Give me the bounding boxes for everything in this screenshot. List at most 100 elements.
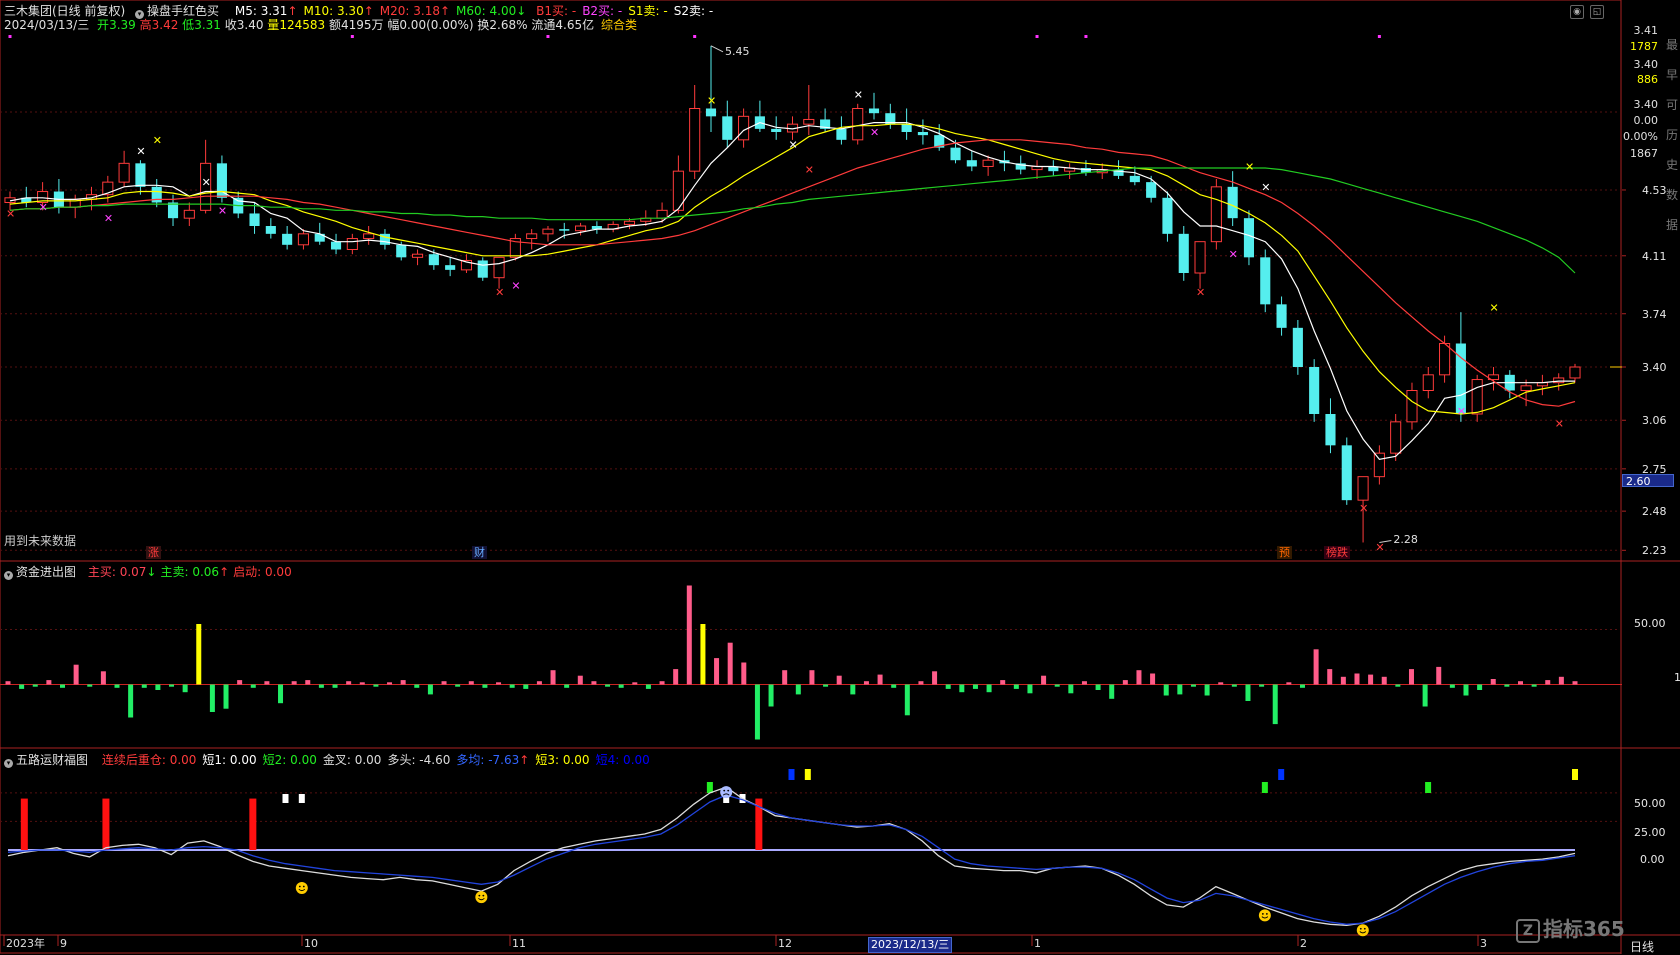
signal-cross: ✕ <box>1196 286 1205 299</box>
candle-body-up <box>1406 390 1418 423</box>
fund-bar <box>645 684 651 689</box>
wulu-legend-item-1: 短1: 0.00 <box>202 753 257 767</box>
fund-bar <box>1449 684 1455 688</box>
fund-bar <box>32 684 38 687</box>
event-tag-0[interactable]: 涨 <box>146 546 161 559</box>
date-axis-label-7[interactable]: 2 <box>1298 937 1309 951</box>
fund-bar <box>673 669 679 685</box>
date-axis-label-6[interactable]: 1 <box>1032 937 1043 951</box>
panel-value-2: 3.40 <box>1633 58 1659 71</box>
candle-body-down <box>950 147 961 161</box>
fund-bar <box>550 670 556 685</box>
signal-dot <box>1084 35 1088 38</box>
ma-line-M60 <box>9 167 1576 274</box>
period-label[interactable]: 日线 <box>1630 938 1654 955</box>
fund-legend-arrow-1: ↑ <box>219 565 230 579</box>
signal-cross: ✕ <box>153 134 162 147</box>
price-tick-label-4: 3.06 <box>1642 414 1667 428</box>
wulu-signal-mark <box>706 782 713 793</box>
fund-bar <box>1150 673 1156 685</box>
fund-bar <box>714 658 720 685</box>
date-axis-label-8[interactable]: 3 <box>1478 937 1489 951</box>
right-column-text: 最早可历史数据 <box>1666 38 1679 232</box>
fund-bar <box>1190 684 1196 687</box>
fund-bar <box>686 585 692 685</box>
fund-bar <box>1368 674 1374 685</box>
candle-body-up <box>118 162 130 183</box>
fund-bar <box>618 684 624 688</box>
wulu-legend-item-2: 短2: 0.00 <box>262 753 317 767</box>
fund-bar <box>1000 680 1006 685</box>
signal-cross: ✕ <box>218 204 227 217</box>
signal-cross: ✕ <box>136 145 145 158</box>
chart-canvas[interactable]: ✕ ✕ ✕ ✕ ✕ ✕ ✕ ✕ ✕ ✕ ✕ ✕ ✕ ✕ ✕ ✕ ✕ ✕ ✕ ✕ ✕ ✕ ✕ <box>0 0 1680 954</box>
fund-bar <box>809 670 815 685</box>
signal-cross: ✕ <box>707 95 716 108</box>
fund-bar <box>1545 680 1551 685</box>
fund-bar <box>727 642 733 685</box>
candle-body-down <box>477 260 488 278</box>
fund-bar <box>1558 676 1564 685</box>
smiley-eye <box>302 885 305 888</box>
fund-bar <box>1327 669 1333 685</box>
fund-bar <box>605 684 611 687</box>
wulu-red-bar <box>249 798 257 850</box>
price-tick-label-7: 2.23 <box>1642 544 1667 558</box>
smiley-eye <box>482 894 485 897</box>
candle-body-down <box>282 233 293 245</box>
candle-body-up <box>363 233 375 240</box>
date-axis-label-5[interactable]: 2023/12/13/三 <box>868 937 953 953</box>
event-tag-2[interactable]: 预 <box>1277 546 1292 559</box>
candle-body-down <box>1341 445 1352 501</box>
wulu-panel-header: ▾ 五路运财福图 连续后重仓: 0.00 短1: 0.00 短2: 0.00 金叉: 0… <box>4 751 650 768</box>
fund-panel-title[interactable]: 资金进出图 <box>16 565 76 579</box>
fund-bar <box>1272 684 1278 725</box>
date-axis-label-1[interactable]: 9 <box>58 937 69 951</box>
wulu-axis-tick-50: 50.00 <box>1634 797 1666 810</box>
panel-value-1: 1787 <box>1630 40 1658 53</box>
fund-bar <box>278 684 284 704</box>
fund-bar <box>959 684 965 693</box>
chevron-down-icon[interactable]: ▾ <box>4 571 13 580</box>
fund-bar <box>1259 684 1265 687</box>
event-tag-1[interactable]: 财 <box>472 546 487 559</box>
fund-bar <box>1477 684 1483 690</box>
chevron-down-icon[interactable]: ▾ <box>4 759 13 768</box>
date-axis-label-4[interactable]: 12 <box>776 937 794 951</box>
fund-bar <box>73 664 79 685</box>
candle-body-down <box>1309 367 1320 414</box>
fund-bar <box>932 671 938 685</box>
fund-bar <box>1436 666 1442 685</box>
candle-body-down <box>1146 182 1157 198</box>
fund-bar <box>523 684 529 689</box>
fund-bar <box>632 682 638 685</box>
fund-bar <box>1517 681 1523 685</box>
date-axis-label-0[interactable]: 2023年 <box>4 937 47 951</box>
fund-bar <box>782 670 788 685</box>
fund-bar <box>768 684 774 707</box>
fund-bar <box>169 684 175 687</box>
signal-cross: ✕ <box>1489 301 1498 314</box>
candle-body-down <box>396 244 407 258</box>
wulu-legend-arrow-5: ↑ <box>519 753 530 767</box>
date-axis-label-2[interactable]: 10 <box>302 937 320 951</box>
candle-body-down <box>216 163 227 198</box>
fund-panel-header: ▾ 资金进出图 主买: 0.07↓ 主卖: 0.06↑ 启动: 0.00 <box>4 563 292 580</box>
candle-body-down <box>705 108 717 117</box>
panel-value-5: 0.00 <box>1633 114 1659 127</box>
wulu-panel-title[interactable]: 五路运财福图 <box>16 753 88 767</box>
candle-body-down <box>1276 304 1287 328</box>
panel-value-4: 3.40 <box>1633 98 1659 111</box>
candle-body-up <box>183 209 195 219</box>
event-tag-3[interactable]: 榜跌 <box>1324 546 1350 559</box>
fund-axis-tick: 50.00 <box>1634 617 1666 630</box>
wulu-signal-mark <box>1278 769 1285 780</box>
signal-dot <box>8 35 12 38</box>
smiley-icon <box>1258 909 1271 922</box>
signal-cross: ✕ <box>6 207 15 220</box>
fund-bar <box>155 684 161 690</box>
date-axis-label-3[interactable]: 11 <box>510 937 528 951</box>
fund-bar <box>1572 681 1578 685</box>
fund-legend-item-2: 启动: 0.00 <box>233 565 292 579</box>
fund-bar <box>60 684 66 688</box>
